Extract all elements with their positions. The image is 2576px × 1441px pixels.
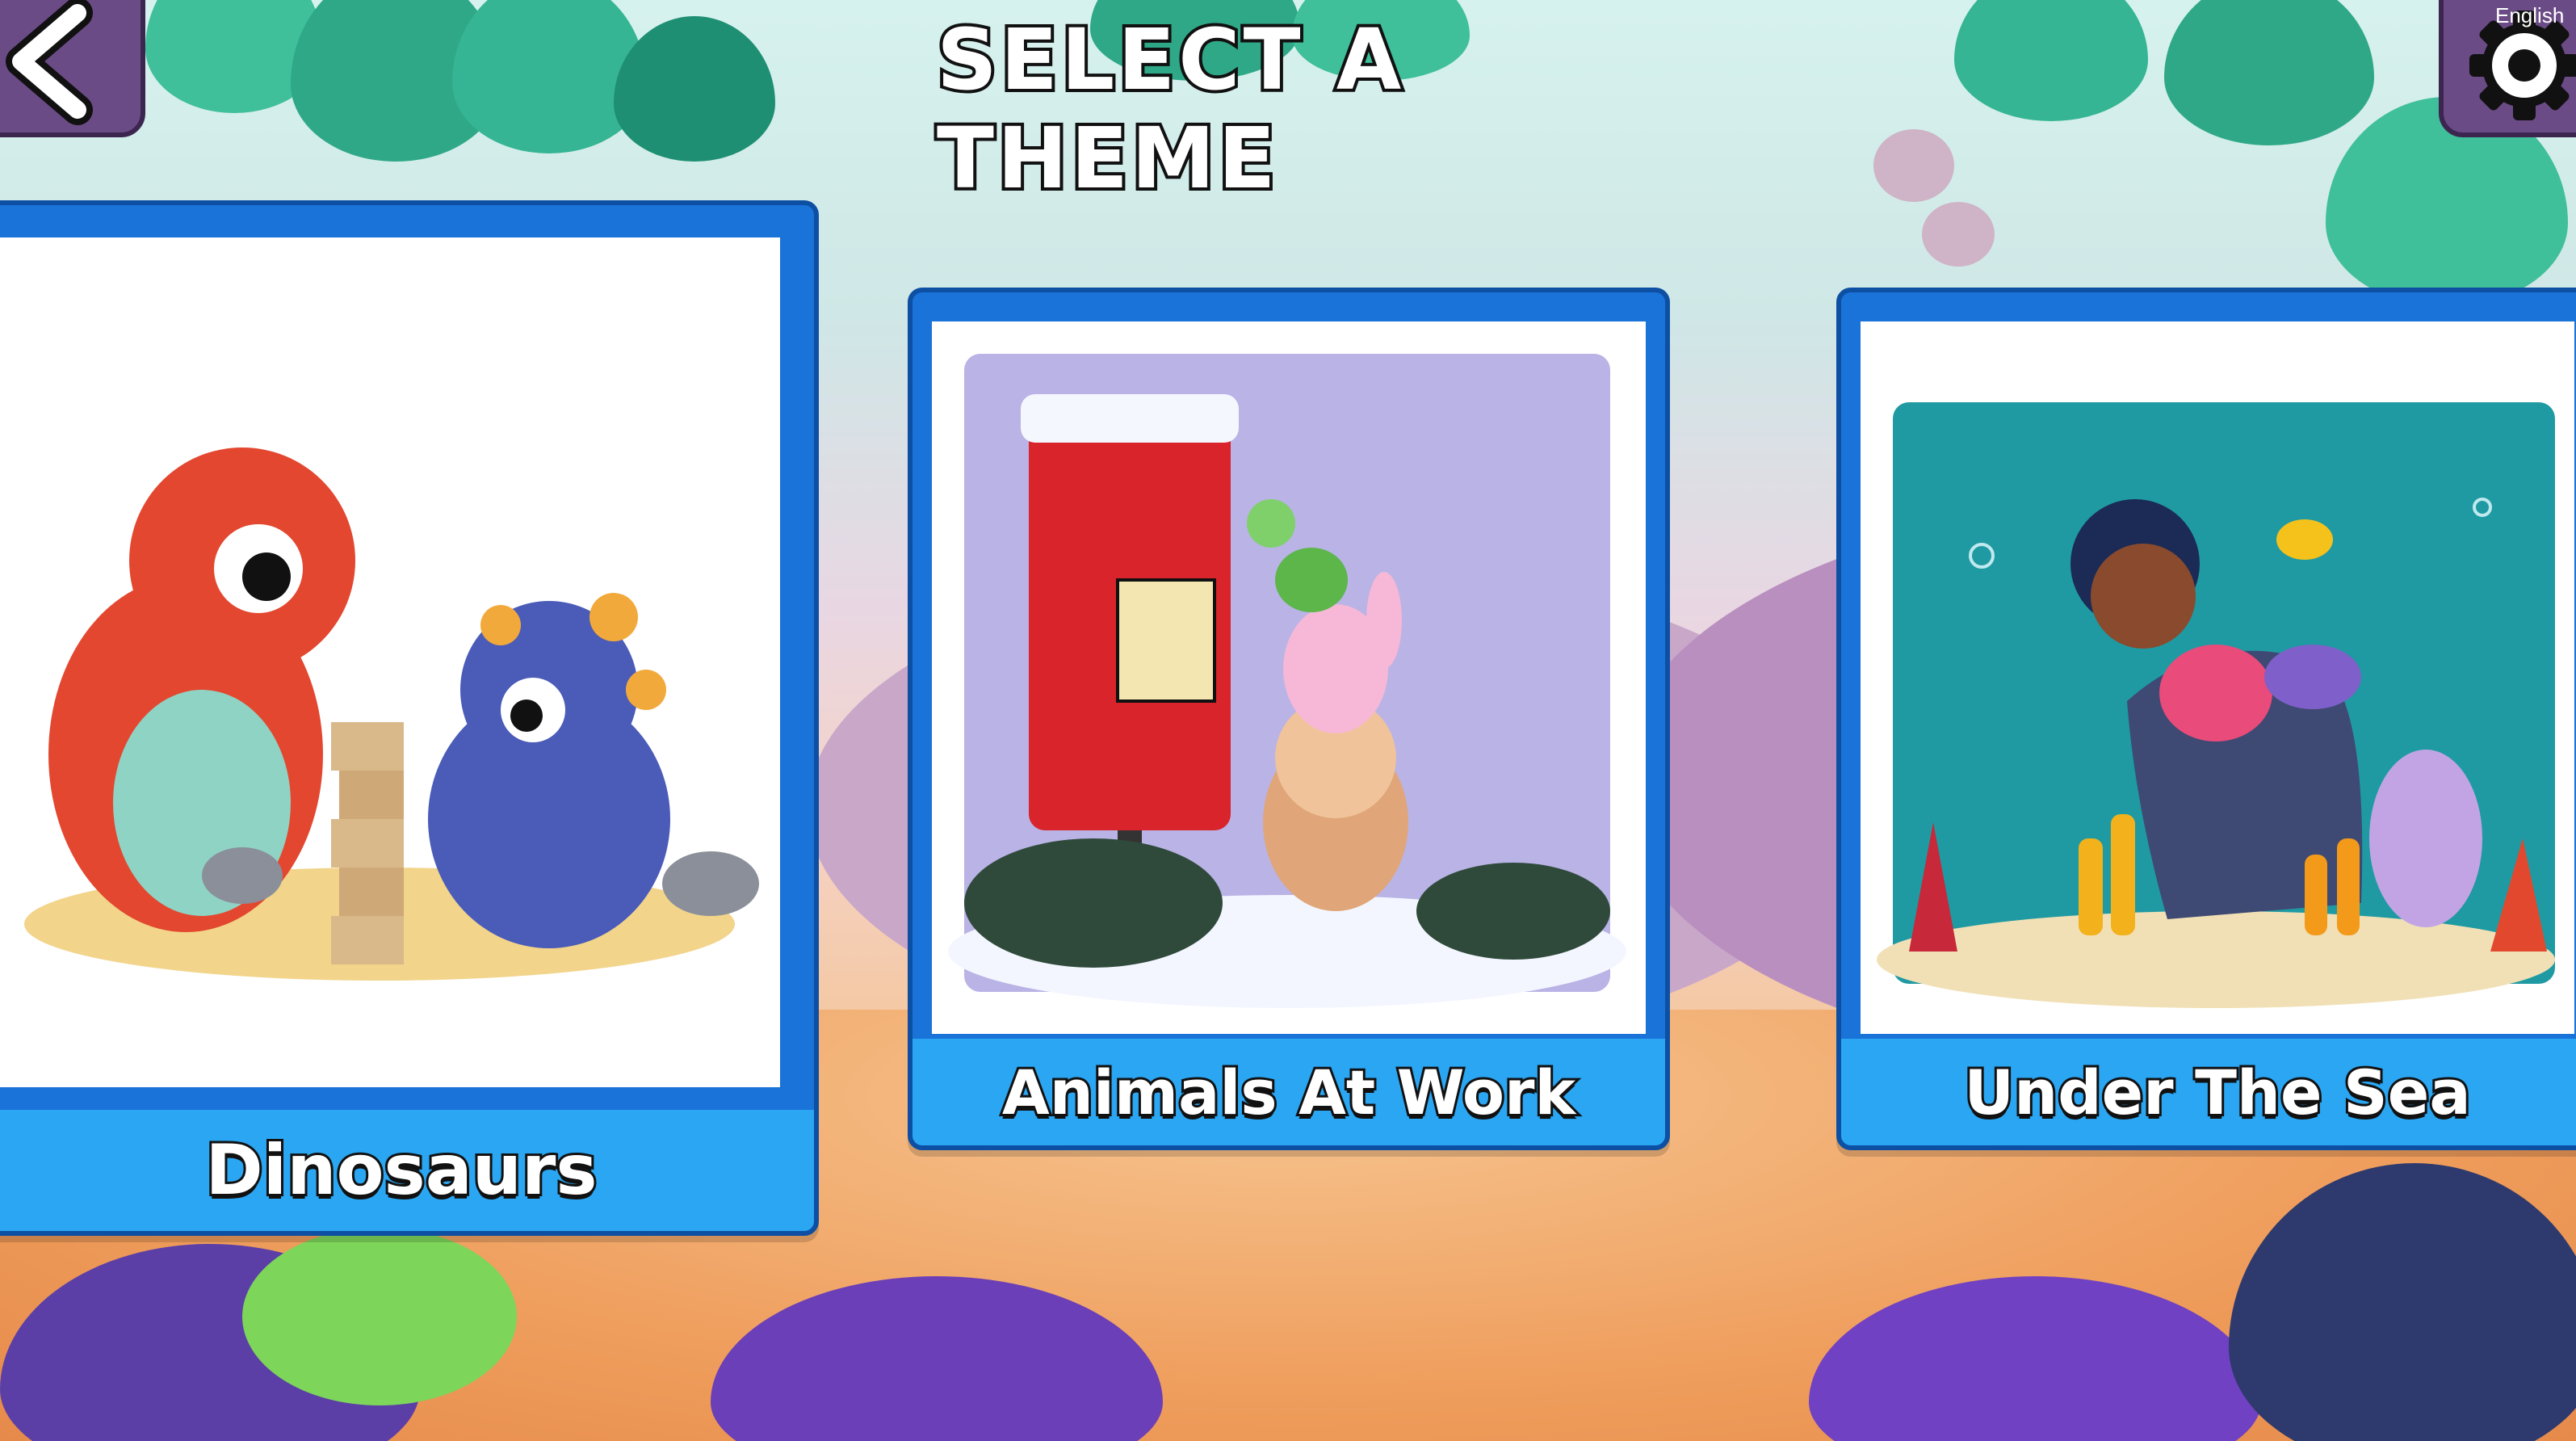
page-title: SELECT A THEME [933, 7, 1405, 211]
theme-label-animals-at-work: Animals At Work [913, 1034, 1665, 1145]
theme-card-under-the-sea[interactable]: Under The Sea [1836, 288, 2576, 1150]
lizard-decoration [242, 1228, 517, 1405]
theme-image-under-the-sea [1861, 321, 2574, 1034]
theme-image-animals-at-work [932, 321, 1646, 1034]
theme-title-animals-at-work: Animals At Work [1000, 1054, 1578, 1131]
theme-title-under-the-sea: Under The Sea [1961, 1054, 2473, 1131]
theme-card-dinosaurs[interactable]: Dinosaurs [0, 200, 819, 1236]
theme-title-dinosaurs: Dinosaurs [203, 1128, 599, 1213]
back-button[interactable] [0, 0, 145, 137]
leaf-decoration [2164, 0, 2374, 145]
language-label[interactable]: English [2495, 3, 2564, 28]
theme-card-animals-at-work[interactable]: Animals At Work [908, 288, 1670, 1150]
theme-label-dinosaurs: Dinosaurs [0, 1105, 814, 1231]
theme-label-under-the-sea: Under The Sea [1841, 1034, 2576, 1145]
chevron-left-icon [6, 0, 93, 125]
leaf-decoration [1954, 0, 2148, 121]
leaf-decoration [614, 16, 775, 162]
theme-image-dinosaurs [0, 237, 780, 1087]
smoke-puff [1873, 129, 1954, 202]
smoke-puff [1922, 202, 1995, 267]
